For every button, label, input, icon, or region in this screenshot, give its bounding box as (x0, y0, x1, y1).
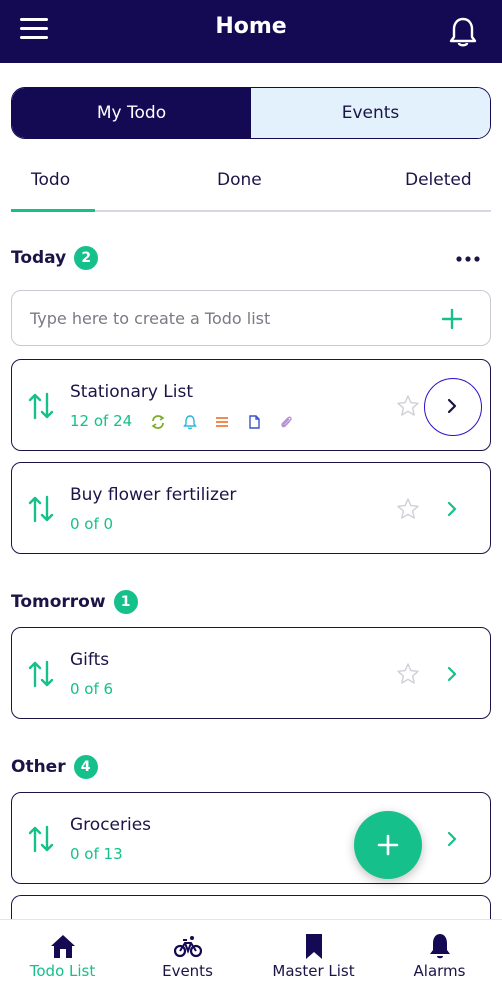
nav-alarms[interactable]: Alarms (377, 920, 502, 987)
nav-master-list[interactable]: Master List (251, 920, 376, 987)
count-badge: 4 (73, 755, 98, 779)
section-tomorrow: Tomorrow 1 (11, 590, 138, 614)
favorite-star-icon[interactable] (396, 662, 420, 686)
progress-count: 12 of 24 (70, 412, 133, 430)
chevron-right-icon[interactable] (442, 499, 462, 519)
bookmark-icon (305, 934, 322, 959)
section-label: Tomorrow (11, 592, 106, 612)
segment-my-todo[interactable]: My Todo (12, 88, 251, 138)
nav-label: Todo List (29, 962, 96, 980)
section-label: Today (11, 248, 67, 268)
todo-list-card[interactable]: Buy flower fertilizer 0 of 0 (11, 462, 491, 554)
count-badge: 1 (113, 590, 138, 614)
progress-count: 0 of 13 (70, 845, 123, 863)
chevron-right-icon[interactable] (442, 664, 462, 684)
document-icon (249, 415, 260, 429)
nav-todo-list[interactable]: Todo List (0, 920, 125, 987)
list-name: Groceries (70, 815, 152, 835)
paperclip-icon (281, 416, 292, 428)
more-options-icon[interactable] (454, 250, 482, 268)
repeat-icon (151, 415, 165, 429)
favorite-star-icon[interactable] (396, 394, 420, 418)
bicycle-icon (173, 936, 202, 958)
tab-done[interactable]: Done (217, 170, 262, 190)
notification-bell-icon[interactable] (448, 16, 478, 48)
progress-count: 0 of 0 (70, 515, 114, 533)
chevron-right-icon[interactable] (442, 396, 462, 416)
list-icon (216, 417, 228, 427)
tab-todo[interactable]: Todo (31, 170, 70, 190)
todo-list-card[interactable]: Gifts 0 of 6 (11, 627, 491, 719)
page-title: Home (215, 14, 287, 39)
segment-events[interactable]: Events (251, 88, 490, 138)
count-badge: 2 (74, 246, 99, 270)
create-todo-box (11, 290, 491, 346)
bell-icon (183, 415, 197, 430)
plus-icon (377, 834, 399, 856)
tab-divider (95, 210, 491, 212)
reorder-icon[interactable] (28, 495, 54, 523)
list-name: Buy flower fertilizer (70, 485, 237, 505)
list-attributes (150, 414, 310, 430)
home-icon (50, 935, 75, 958)
bottom-navigation: Todo List Events Master List Alarms (0, 919, 502, 987)
section-today: Today 2 (11, 246, 99, 270)
reorder-icon[interactable] (28, 392, 54, 420)
add-list-button[interactable] (354, 811, 422, 879)
reorder-icon[interactable] (28, 660, 54, 688)
section-label: Other (11, 757, 66, 777)
chevron-right-icon[interactable] (442, 829, 462, 849)
create-todo-input[interactable] (30, 303, 420, 333)
section-other: Other 4 (11, 755, 98, 779)
nav-events[interactable]: Events (125, 920, 250, 987)
active-tab-indicator (11, 209, 95, 212)
todo-list-card[interactable]: Stationary List 12 of 24 (11, 359, 491, 451)
nav-label: Events (162, 962, 213, 980)
app-header: Home (0, 0, 502, 63)
bell-icon (429, 934, 450, 959)
progress-count: 0 of 6 (70, 680, 114, 698)
mode-segmented-control: My Todo Events (11, 87, 491, 139)
reorder-icon[interactable] (28, 825, 54, 853)
status-tabs: Todo Done Deleted (11, 160, 491, 214)
list-name: Gifts (70, 650, 110, 670)
add-icon[interactable] (440, 307, 464, 331)
nav-label: Alarms (413, 962, 466, 980)
list-name: Stationary List (70, 382, 194, 402)
nav-label: Master List (272, 962, 355, 980)
favorite-star-icon[interactable] (396, 497, 420, 521)
tab-deleted[interactable]: Deleted (405, 170, 472, 190)
